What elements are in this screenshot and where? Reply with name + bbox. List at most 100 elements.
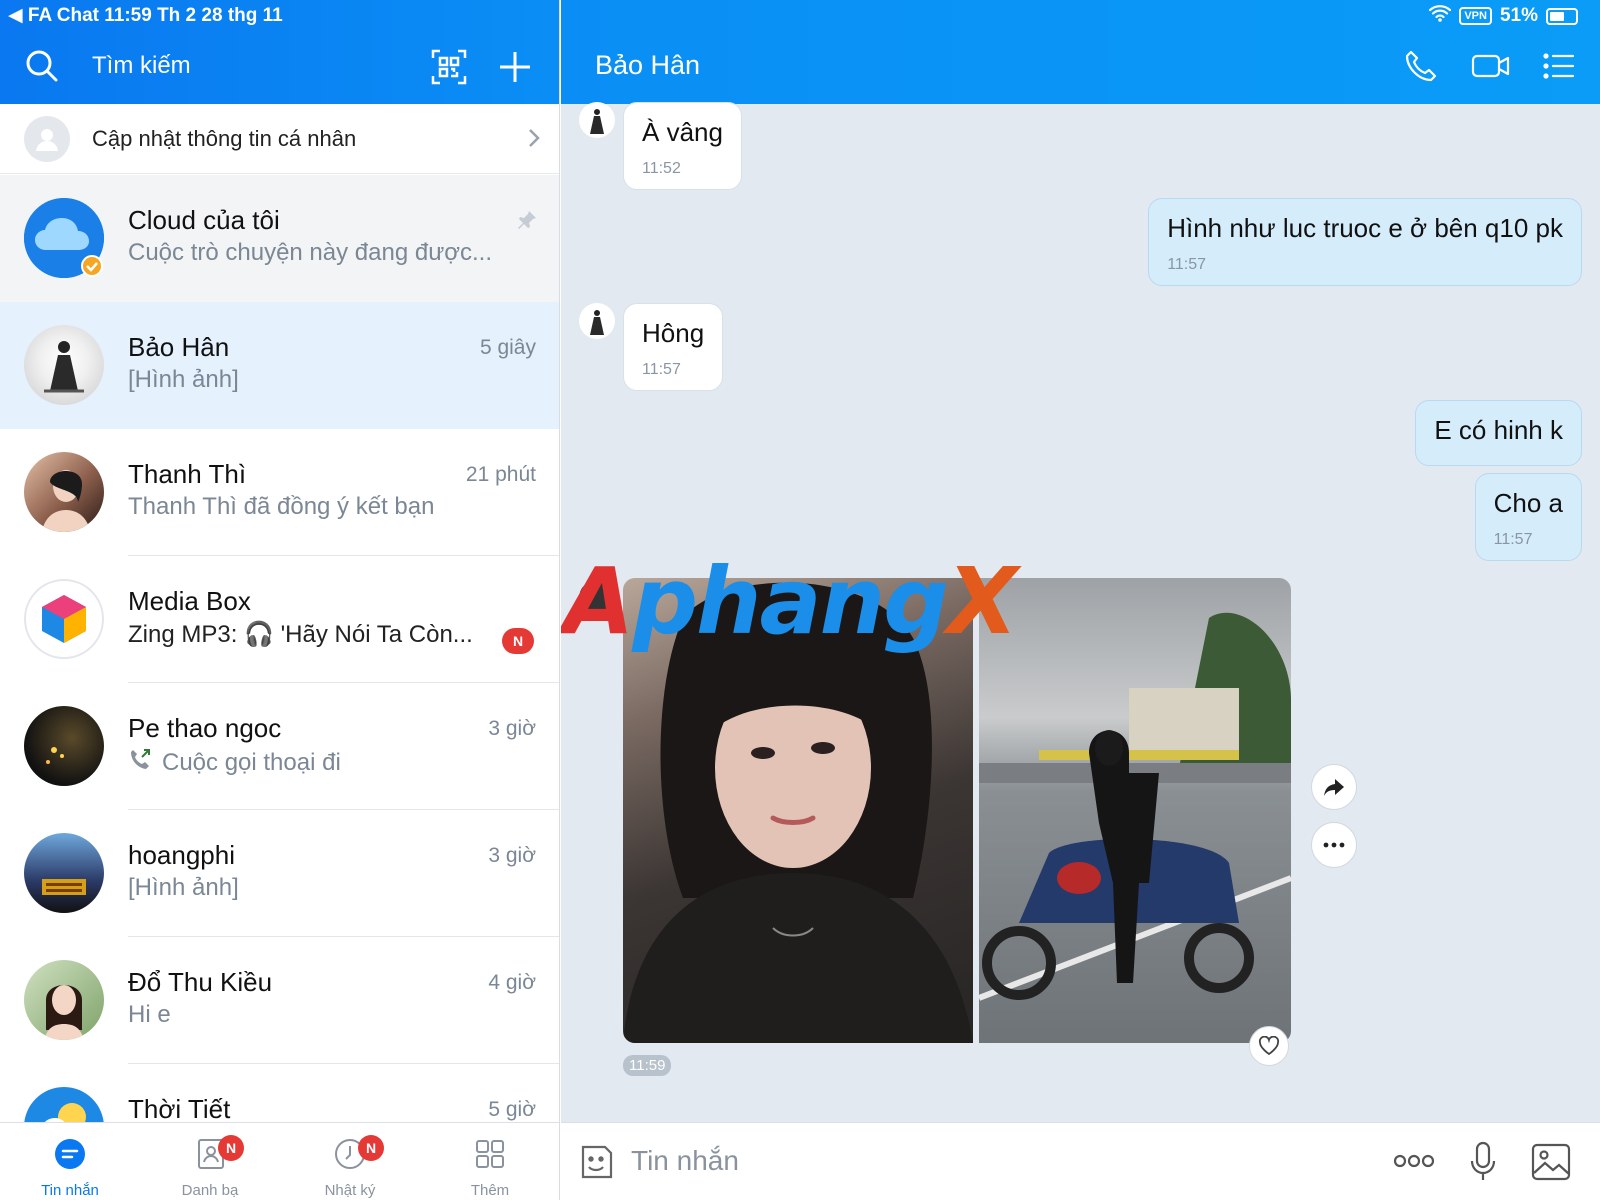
conversation-preview: [Hình ảnh] (128, 874, 239, 901)
message-bubble[interactable]: Hình như luc truoc e ở bên q10 pk 11:57 (1148, 198, 1582, 286)
conversation-name: Pe thao ngoc (128, 713, 282, 743)
unread-badge: N (502, 628, 534, 654)
conversation-name: Cloud của tôi (128, 205, 280, 235)
search-input[interactable]: Tìm kiếm (92, 52, 191, 80)
chat-pane: VPN 51% Bảo Hân À vâng 11:52 Hình như lu… (561, 0, 1600, 1200)
message-text: Hình như luc truoc e ở bên q10 pk (1167, 213, 1563, 243)
conversation-time: 21 phút (465, 463, 536, 486)
notification-badge: N (358, 1135, 384, 1161)
tab-label: Thêm (470, 1182, 510, 1199)
conversation-name: Đổ Thu Kiều (128, 967, 273, 997)
grid-icon (473, 1137, 507, 1176)
sender-avatar (579, 580, 615, 616)
message-icon (53, 1137, 87, 1176)
conversation-name: Thời Tiết (128, 1094, 231, 1124)
message-bubble[interactable]: À vâng 11:52 (623, 102, 742, 190)
sidebar-header: ◀ FA Chat 11:59 Th 2 28 thg 11 Tìm kiếm (0, 0, 559, 104)
conversation-name: Bảo Hân (128, 332, 230, 362)
search-icon[interactable] (22, 46, 62, 86)
wifi-icon (1429, 4, 1452, 28)
status-bar-right: VPN 51% (1429, 4, 1578, 28)
tab-label: Danh bạ (181, 1182, 239, 1199)
conversation-item[interactable]: Đổ Thu Kiều Hi e 4 giờ (0, 937, 559, 1064)
conversation-time: 4 giờ (488, 971, 536, 994)
conversation-time: 5 giây (479, 336, 536, 359)
conversation-name: hoangphi (128, 840, 235, 870)
notification-badge: N (218, 1135, 244, 1161)
vpn-indicator: VPN (1459, 7, 1492, 25)
conversation-item[interactable]: Media Box Zing MP3: 🎧 'Hãy Nói Ta Còn...… (0, 556, 559, 683)
tab-more[interactable]: Thêm (420, 1123, 559, 1200)
chat-photo[interactable] (979, 578, 1291, 1043)
chat-header: VPN 51% Bảo Hân (561, 0, 1600, 104)
conversation-item[interactable]: Pe thao ngoc Cuộc gọi thoại đi 3 giờ (0, 683, 559, 810)
user-placeholder-icon (24, 115, 70, 162)
image-gallery-icon[interactable] (1531, 1143, 1571, 1186)
message-bubble[interactable]: Cho a 11:57 (1474, 473, 1582, 561)
conversation-sidebar: ◀ FA Chat 11:59 Th 2 28 thg 11 Tìm kiếm … (0, 0, 560, 1200)
cloud-avatar (24, 198, 104, 278)
tab-label: Nhật ký (324, 1182, 376, 1199)
tab-label: Tin nhắn (41, 1182, 99, 1199)
conversation-item[interactable]: Cloud của tôi Cuộc trò chuyện này đang đ… (0, 175, 559, 302)
message-bubble[interactable]: Hông 11:57 (623, 303, 724, 391)
message-text: E có hinh k (1434, 415, 1563, 445)
outgoing-call-icon (128, 747, 152, 778)
heart-react-icon[interactable] (1249, 1026, 1289, 1066)
status-bar-left: ◀ FA Chat 11:59 Th 2 28 thg 11 (8, 5, 283, 26)
more-dots-icon[interactable] (1393, 1153, 1435, 1174)
profile-update-row[interactable]: Cập nhật thông tin cá nhân (0, 104, 559, 174)
chat-title: Bảo Hân (595, 50, 701, 80)
conversation-preview: [Hình ảnh] (128, 366, 239, 393)
tab-timeline[interactable]: N Nhật ký (280, 1123, 420, 1200)
qr-scan-icon[interactable] (430, 48, 468, 86)
chat-photo[interactable] (623, 578, 973, 1043)
sender-avatar (579, 303, 615, 339)
tab-contacts[interactable]: N Danh bạ (140, 1123, 280, 1200)
pin-icon (516, 209, 538, 236)
conversation-item[interactable]: Thanh Thì Thanh Thì đã đồng ý kết bạn 21… (0, 429, 559, 556)
battery-icon (1546, 7, 1578, 25)
message-text: À vâng (642, 117, 723, 147)
media-box-avatar (24, 579, 104, 659)
contact-avatar (24, 706, 104, 786)
conversation-time: 5 giờ (488, 1098, 536, 1121)
conversation-preview: Hi e (128, 1001, 171, 1028)
photo-time: 11:59 (623, 1055, 672, 1076)
phone-call-icon[interactable] (1403, 48, 1443, 88)
more-options-icon[interactable] (1311, 822, 1357, 868)
contact-avatar (24, 325, 104, 405)
conversation-preview: Cuộc gọi thoại đi (162, 748, 341, 776)
video-call-icon[interactable] (1471, 48, 1511, 88)
sticker-icon[interactable] (577, 1143, 615, 1186)
message-text: Cho a (1493, 488, 1563, 518)
chevron-right-icon (526, 126, 542, 155)
microphone-icon[interactable] (1469, 1141, 1497, 1188)
message-time: 11:57 (1167, 256, 1207, 273)
message-input[interactable]: Tin nhắn (631, 1145, 739, 1177)
message-bubble[interactable]: E có hinh k (1415, 400, 1582, 466)
message-composer: Tin nhắn (561, 1122, 1600, 1200)
tab-messages[interactable]: Tin nhắn (0, 1123, 140, 1200)
add-icon[interactable] (496, 48, 534, 86)
message-time: 11:57 (642, 361, 681, 378)
conversation-item[interactable]: hoangphi [Hình ảnh] 3 giờ (0, 810, 559, 937)
conversation-preview: Thanh Thì đã đồng ý kết bạn (128, 493, 435, 520)
conversation-preview: Cuộc trò chuyện này đang được... (128, 239, 493, 266)
share-icon[interactable] (1311, 764, 1357, 810)
conversation-time: 3 giờ (488, 717, 536, 740)
conversation-preview-row: Cuộc gọi thoại đi (128, 747, 341, 778)
bottom-navigation: Tin nhắn N Danh bạ N Nhật ký Thêm (0, 1122, 559, 1200)
conversation-name: Thanh Thì (128, 459, 247, 489)
menu-list-icon[interactable] (1541, 48, 1581, 88)
battery-percent: 51% (1499, 5, 1538, 26)
conversation-item[interactable]: Bảo Hân [Hình ảnh] 5 giây (0, 302, 559, 429)
message-time: 11:57 (1493, 531, 1533, 548)
profile-update-label: Cập nhật thông tin cá nhân (92, 125, 357, 151)
conversation-list: Cloud của tôi Cuộc trò chuyện này đang đ… (0, 175, 559, 1191)
conversation-preview: Zing MP3: 🎧 'Hãy Nói Ta Còn... (128, 621, 473, 648)
contact-avatar (24, 452, 104, 532)
message-time: 11:52 (642, 160, 681, 177)
sender-avatar (579, 102, 615, 138)
conversation-time: 3 giờ (488, 844, 536, 867)
